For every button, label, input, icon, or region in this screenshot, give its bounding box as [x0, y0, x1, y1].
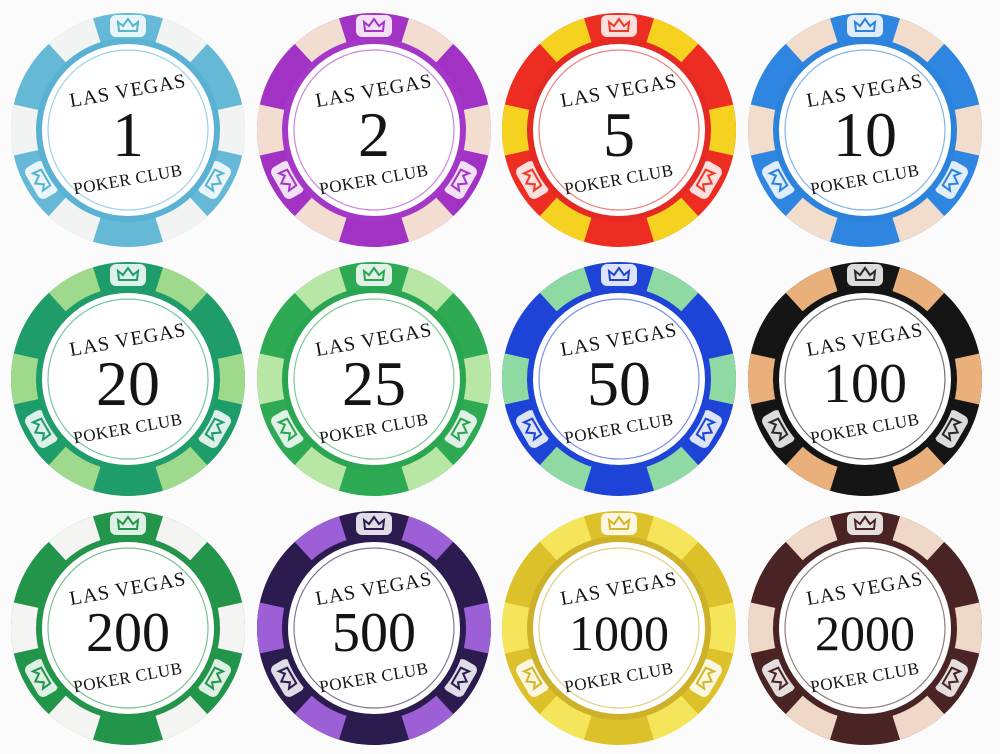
poker-chip-20: LAS VEGAS 20 POKER CLUB — [8, 259, 248, 499]
poker-chip-25: LAS VEGAS 25 POKER CLUB — [254, 259, 494, 499]
poker-chip-2000: LAS VEGAS 2000 POKER CLUB — [745, 508, 985, 748]
poker-chip-1: LAS VEGAS 1 POKER CLUB — [8, 10, 248, 250]
poker-chip-200: LAS VEGAS 200 POKER CLUB — [8, 508, 248, 748]
poker-chip-500: LAS VEGAS 500 POKER CLUB — [254, 508, 494, 748]
poker-chip-1000: LAS VEGAS 1000 POKER CLUB — [499, 508, 739, 748]
poker-chip-2: LAS VEGAS 2 POKER CLUB — [254, 10, 494, 250]
poker-chip-5: LAS VEGAS 5 POKER CLUB — [499, 10, 739, 250]
poker-chip-10: LAS VEGAS 10 POKER CLUB — [745, 10, 985, 250]
poker-chip-50: LAS VEGAS 50 POKER CLUB — [499, 259, 739, 499]
chip-grid: LAS VEGAS 1 POKER CLUB LAS VEGAS 2 POKER… — [0, 0, 1000, 754]
poker-chip-100: LAS VEGAS 100 POKER CLUB — [745, 259, 985, 499]
